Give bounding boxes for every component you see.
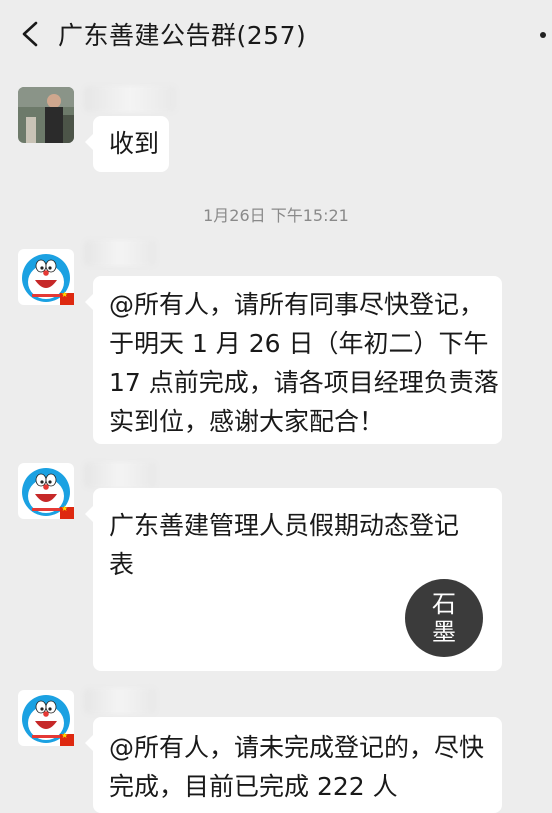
sender-name-blurred — [84, 462, 156, 488]
message-text: 收到 — [109, 129, 160, 158]
message-line: 17 点前完成，请各项目经理负责落 — [109, 368, 499, 397]
message-bubble[interactable]: 收到 — [85, 116, 169, 172]
more-icon[interactable] — [540, 32, 546, 38]
message-bubble[interactable]: @所有人，请所有同事尽快登记， 于明天 1 月 26 日（年初二）下午 17 点… — [85, 276, 502, 444]
chat-header: 广东善建公告群(257) — [0, 0, 552, 68]
sender-name-blurred — [84, 240, 156, 266]
message-line: 实到位，感谢大家配合！ — [109, 407, 385, 436]
timestamp: 1月26日 下午15:21 — [203, 206, 349, 225]
sender-name-blurred — [84, 86, 176, 112]
flag-icon — [60, 504, 74, 519]
message-line: 于明天 1 月 26 日（年初二）下午 — [109, 329, 489, 358]
message-line: 完成，目前已完成 222 人 — [109, 772, 398, 801]
document-title-line: 广东善建管理人员假期动态登记 — [109, 511, 460, 540]
logo-text: 石 — [432, 590, 456, 618]
flag-icon — [60, 731, 74, 746]
logo-text: 墨 — [432, 618, 456, 646]
avatar[interactable] — [18, 87, 74, 143]
chevron-left-icon[interactable] — [18, 20, 42, 48]
sender-name-blurred — [84, 688, 156, 714]
message-bubble[interactable]: @所有人，请未完成登记的，尽快 完成，目前已完成 222 人 — [85, 717, 502, 813]
chat-title: 广东善建公告群(257) — [58, 21, 307, 50]
message-line: @所有人，请所有同事尽快登记， — [109, 290, 485, 319]
message-line: @所有人，请未完成登记的，尽快 — [109, 733, 485, 762]
shimo-logo: 石 墨 — [405, 579, 483, 657]
flag-icon — [60, 290, 74, 305]
